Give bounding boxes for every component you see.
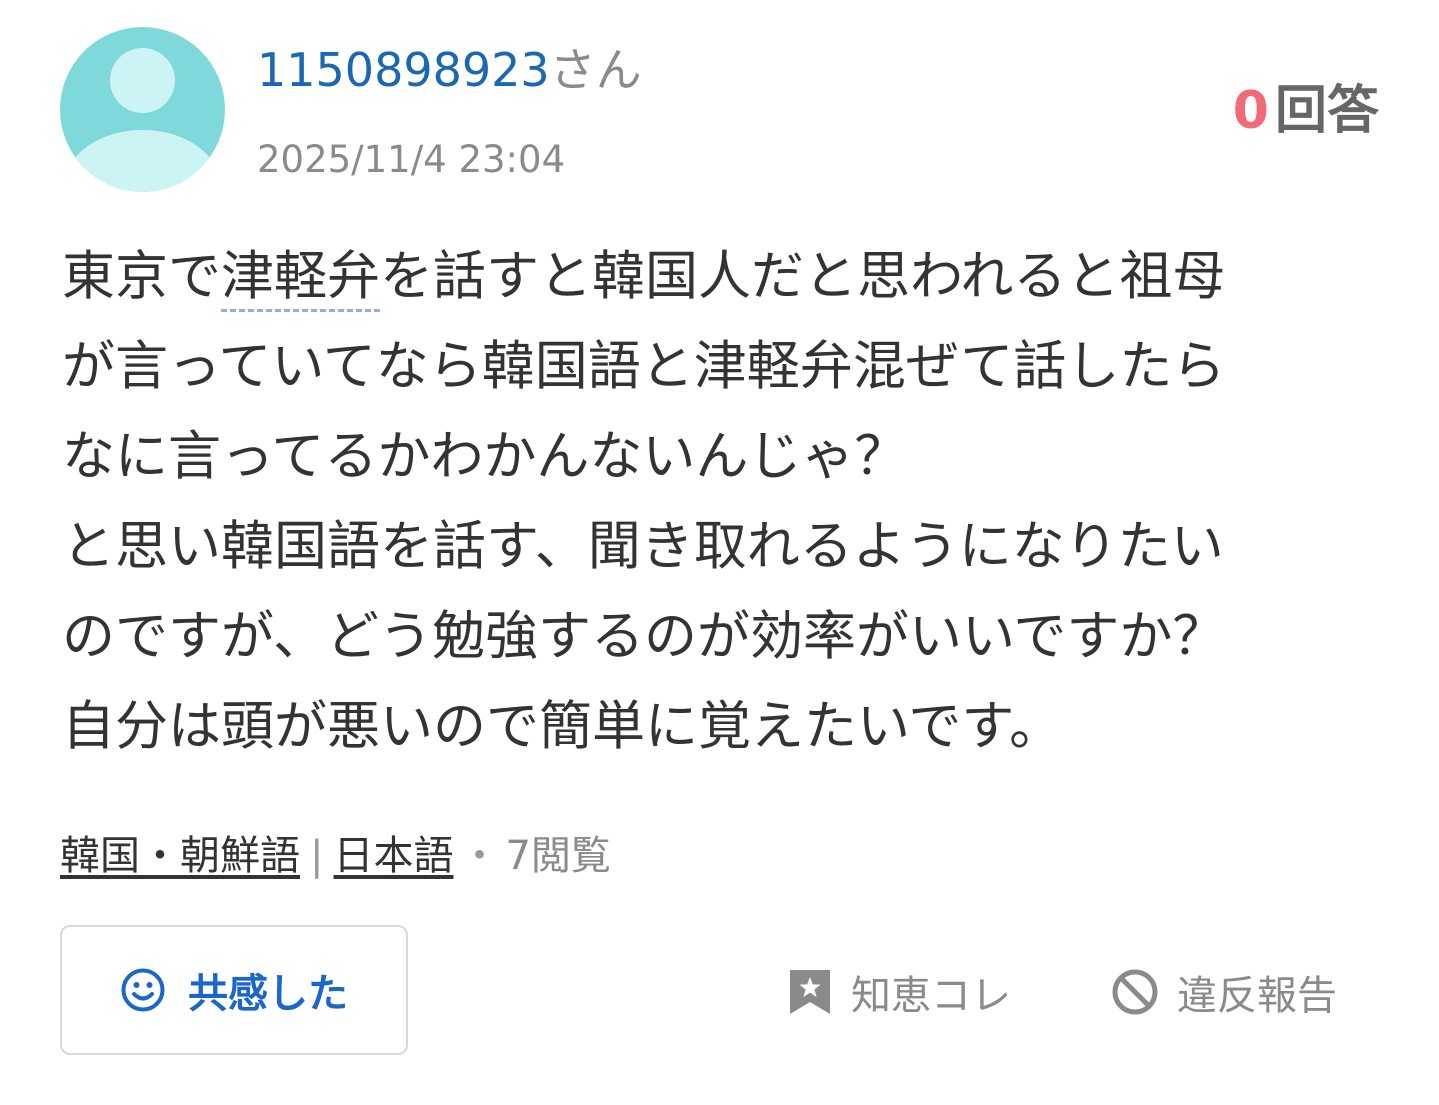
category-link-korean[interactable]: 韓国・朝鮮語 [60, 833, 300, 879]
report-button[interactable]: 違反報告 [1111, 962, 1337, 1022]
empathy-button-label: 共感した [188, 971, 348, 1017]
answer-count-number: 0 [1232, 81, 1269, 141]
user-avatar[interactable] [60, 27, 225, 192]
user-id-link[interactable]: 1150898923 [257, 43, 550, 97]
meta-dot: ・ [459, 833, 500, 879]
question-line-2: が言っていてなら韓国語と津軽弁混ぜて話したら [62, 336, 1226, 397]
view-count: 7閲覧 [505, 833, 611, 879]
answer-count-label: 回答 [1274, 81, 1379, 141]
question-line-4: と思い韓国語を話す、聞き取れるようになりたい [62, 516, 1224, 577]
bookmark-star-icon [790, 970, 830, 1014]
question-line-5: のですが、どう勉強するのが効率がいいですか？ [62, 606, 1226, 667]
chie-collection-button[interactable]: 知恵コレ [787, 962, 1011, 1022]
question-text: を話すと韓国人だと思われると祖母 [380, 246, 1226, 307]
avatar-head-shape [110, 48, 175, 113]
question-header: 1150898923さん 2025/11/4 23:04 0 回答 [0, 0, 1439, 200]
report-label: 違反報告 [1177, 973, 1337, 1019]
question-line-3: なに言ってるかわかんないんじゃ？ [62, 426, 908, 487]
question-line-1: 東京で津軽弁を話すと韓国人だと思われると祖母 [62, 232, 1382, 322]
empathy-button[interactable]: 共感した [60, 925, 408, 1055]
user-honorific: さん [549, 43, 642, 97]
keyword-link[interactable]: 津軽弁 [221, 246, 380, 312]
user-name: 1150898923さん [257, 38, 642, 102]
smile-icon [121, 968, 165, 1012]
category-link-japanese[interactable]: 日本語 [333, 833, 453, 879]
avatar-shoulders-shape [65, 130, 220, 192]
prohibited-icon [1112, 969, 1158, 1015]
question-text: 東京で [62, 246, 221, 307]
question-line-6: 自分は頭が悪いので簡単に覚えたいです。 [62, 696, 1063, 757]
answer-count: 0 回答 [1233, 78, 1379, 144]
category-separator: | [310, 833, 324, 879]
question-meta: 韓国・朝鮮語 | 日本語・ 7閲覧 [60, 826, 611, 886]
question-body: 東京で津軽弁を話すと韓国人だと思われると祖母 が言っていてなら韓国語と津軽弁混ぜ… [62, 232, 1382, 772]
chie-collection-label: 知恵コレ [851, 973, 1011, 1019]
post-timestamp: 2025/11/4 23:04 [257, 138, 566, 181]
